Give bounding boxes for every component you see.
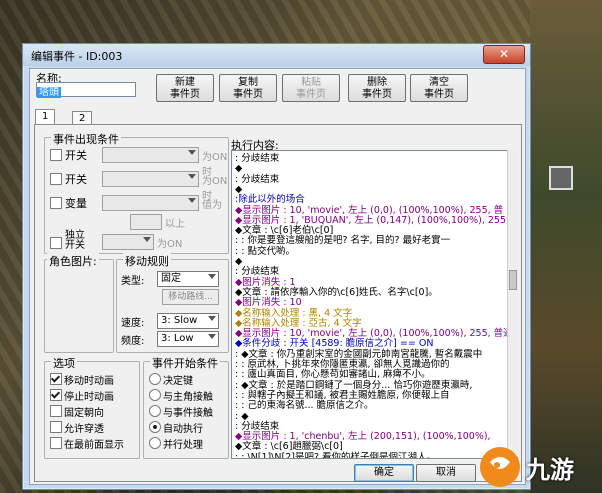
site-watermark: 九游 [470,440,602,490]
movement-title: 移动规则 [123,253,171,269]
option-label: 移动时动画 [64,376,114,387]
paste-page-button[interactable]: 粘贴 事件页 [282,74,340,102]
movement-group: 移动规则 类型: 固定 移动路线... 速度: 3: Slow 频度: 3: L… [116,253,229,353]
self-switch-select[interactable] [102,234,154,250]
self-switch-suffix: 为ON [157,239,183,250]
title-bar: 编辑事件 - ID:003 ✕ [23,44,530,66]
command-line[interactable]: : : 點交代喲。 [235,246,295,257]
option-label: 停止时动画 [64,392,114,403]
speed-value: 3: Slow [161,315,198,326]
edit-event-dialog: 编辑事件 - ID:003 ✕ 名称: 塔頭 新建 事件页 复制 事件页 粘贴 … [22,43,531,490]
option-checkbox[interactable] [50,421,62,433]
command-list-scrollbar[interactable] [507,150,518,457]
command-line[interactable]: : : 己的東海名號... 膽原信之介。 [235,400,374,411]
new-page-label: 新建 事件页 [170,77,200,100]
switch2-checkbox[interactable] [50,173,62,185]
dialog-body: 名称: 塔頭 新建 事件页 复制 事件页 粘贴 事件页 删除 事件页 清空 事件… [29,68,526,485]
options-group: 选项 移动时动画停止时动画固定朝向允许穿透在最前面显示 [44,355,140,459]
map-event-marker[interactable] [549,166,573,190]
option-checkbox[interactable] [50,437,62,449]
self-switch-checkbox[interactable] [50,237,62,249]
trigger-label: 决定键 [163,376,193,387]
move-type-select[interactable]: 固定 [157,271,219,287]
trigger-radio[interactable] [149,405,161,417]
trigger-label: 并行处理 [163,440,203,451]
frequency-value: 3: Low [161,333,194,344]
option-checkbox[interactable] [50,389,62,401]
switch1-checkbox[interactable] [50,149,62,161]
delete-page-button[interactable]: 删除 事件页 [348,74,406,102]
option-label: 固定朝向 [64,408,104,419]
command-list[interactable]: : 分歧结束 ◆ : 分歧结束 ◆ :除此以外的场合 ◆显示图片 : 10, 'm… [231,150,518,459]
variable-label: 变量 [65,197,87,210]
trigger-radio[interactable] [149,437,161,449]
option-label: 允许穿透 [64,424,104,435]
variable-select[interactable] [102,195,199,211]
move-type-label: 类型: [121,276,145,287]
character-image-slot[interactable] [49,270,109,348]
trigger-radio[interactable] [149,421,161,433]
move-type-value: 固定 [161,273,181,284]
variable-checkbox[interactable] [50,197,62,209]
name-input[interactable]: 塔頭 [36,82,136,98]
image-title: 角色图片: [47,253,99,269]
option-label: 在最前面显示 [64,440,124,451]
option-checkbox[interactable] [50,373,62,385]
clear-page-label: 清空 事件页 [424,77,454,100]
frequency-select[interactable]: 3: Low [157,331,219,347]
trigger-label: 自动执行 [163,424,203,435]
self-switch-label: 独立 开关 [65,230,85,251]
trigger-radio[interactable] [149,389,161,401]
clear-page-button[interactable]: 清空 事件页 [410,74,468,102]
command-line[interactable]: : : \N[1]\N[2]是吧? 看你的样子倒是個江湖人。 [235,452,436,458]
switch1-label: 开关 [65,149,87,162]
tab-page-1[interactable]: 1 [35,109,56,125]
paste-page-label: 粘贴 事件页 [296,77,326,100]
options-title: 选项 [51,355,77,371]
name-value: 塔頭 [37,87,61,98]
above-label: 以上 [165,219,185,230]
scroll-thumb[interactable] [509,270,517,290]
speed-select[interactable]: 3: Slow [157,313,219,329]
switch2-select[interactable] [102,171,199,187]
trigger-radio[interactable] [149,373,161,385]
copy-page-label: 复制 事件页 [233,77,263,100]
watermark-text: 九游 [526,456,574,484]
game-scene-edge [530,0,602,493]
option-checkbox[interactable] [50,405,62,417]
move-route-button[interactable]: 移动路线... [162,289,219,305]
frequency-label: 频度: [121,336,145,347]
conditions-group: 事件出现条件 开关 为ON时 开关 为ON时 变量 值为 以上 独立 开关 为O… [44,131,229,254]
speed-label: 速度: [121,318,145,329]
new-page-button[interactable]: 新建 事件页 [156,74,214,102]
trigger-title: 事件开始条件 [150,355,220,371]
variable-suffix: 值为 [202,200,222,211]
variable-value-input[interactable] [130,214,162,230]
cancel-button[interactable]: 取消 [416,464,476,482]
window-title: 编辑事件 - ID:003 [31,50,123,63]
copy-page-button[interactable]: 复制 事件页 [219,74,277,102]
ok-button[interactable]: 确定 [354,464,414,482]
trigger-label: 与主角接触 [163,392,213,403]
image-group: 角色图片: [44,253,114,353]
conditions-title: 事件出现条件 [51,131,121,147]
trigger-group: 事件开始条件 决定键与主角接触与事件接触自动执行并行处理 [143,355,229,459]
close-button[interactable]: ✕ [483,45,525,64]
switch2-label: 开关 [65,173,87,186]
delete-page-label: 删除 事件页 [362,77,392,100]
switch1-select[interactable] [102,147,199,163]
trigger-label: 与事件接触 [163,408,213,419]
